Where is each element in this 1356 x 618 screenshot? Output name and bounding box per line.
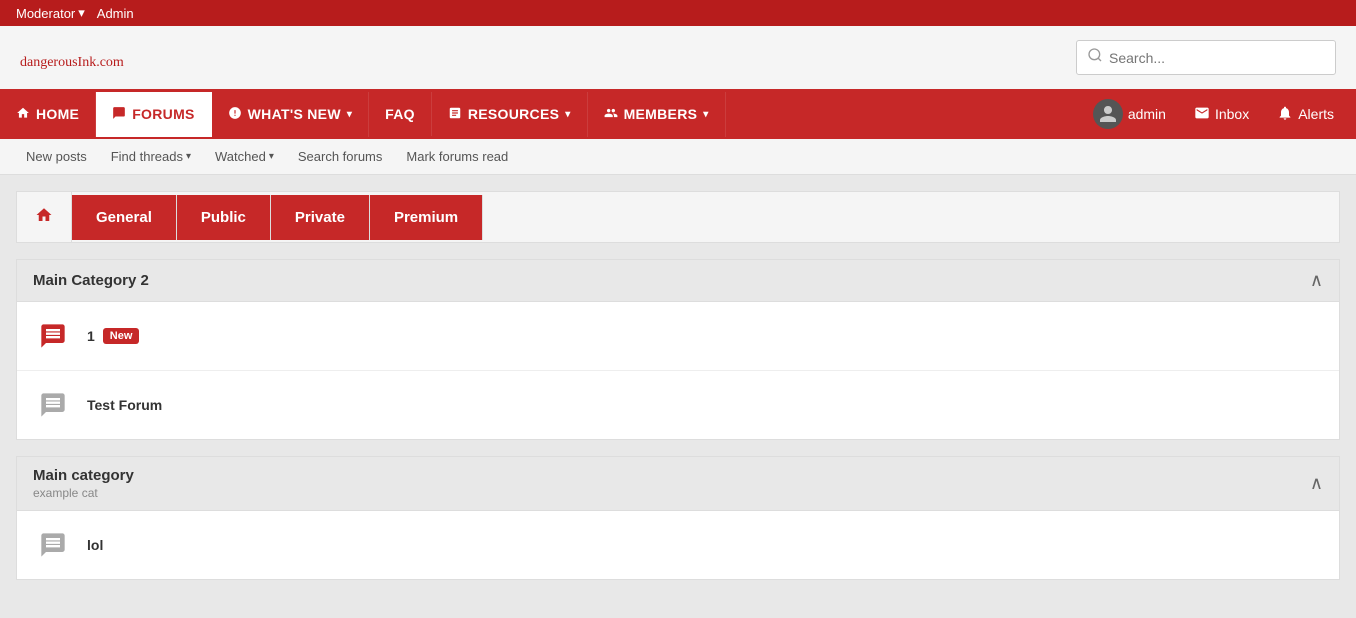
nav-item-forums[interactable]: FORUMS — [96, 92, 211, 137]
forum-title-1: 1 New — [87, 328, 139, 344]
nav-resources-label: RESOURCES — [468, 106, 559, 122]
content-area: General Public Private Premium Main Cate… — [0, 175, 1356, 612]
nav-home-label: HOME — [36, 106, 79, 122]
moderator-label: Moderator — [16, 6, 75, 21]
faq-label: FAQ — [385, 106, 415, 122]
avatar — [1093, 99, 1123, 129]
logo-bar: dangerousInk.com — [0, 26, 1356, 89]
admin-label: Admin — [97, 6, 134, 21]
main-nav-left: HOME FORUMS WHAT'S NEW ▾ FAQ RESOURCES — [0, 92, 726, 137]
logo-suffix: .com — [96, 55, 124, 70]
inbox-label: Inbox — [1215, 106, 1249, 122]
nav-item-whats-new[interactable]: WHAT'S NEW ▾ — [212, 92, 370, 137]
collapse-btn-2[interactable]: ∧ — [1310, 270, 1323, 291]
forum-icon-inactive — [33, 385, 73, 425]
moderator-link[interactable]: Moderator ▾ — [16, 5, 85, 21]
forum-title-lol: lol — [87, 537, 103, 553]
admin-link[interactable]: Admin — [97, 6, 134, 21]
forum-row-lol[interactable]: lol — [17, 511, 1339, 579]
forum-nav-icon — [112, 106, 126, 123]
forum-tab-home[interactable] — [17, 192, 72, 242]
category-header-main: Main category example cat ∧ — [17, 457, 1339, 511]
sub-nav-search-forums[interactable]: Search forums — [288, 139, 393, 174]
category-header-2: Main Category 2 ∧ — [17, 260, 1339, 302]
site-logo[interactable]: dangerousInk.com — [20, 42, 124, 74]
watched-chevron: ▾ — [269, 151, 274, 162]
whats-new-chevron: ▾ — [347, 109, 352, 120]
moderator-chevron: ▾ — [78, 5, 85, 21]
inbox-icon — [1194, 105, 1210, 124]
forum-icon-active — [33, 316, 73, 356]
category-title-main: Main category example cat — [33, 467, 134, 500]
collapse-btn-main[interactable]: ∧ — [1310, 473, 1323, 494]
search-input[interactable] — [1109, 50, 1325, 66]
search-box[interactable] — [1076, 40, 1336, 75]
new-badge: New — [103, 328, 140, 344]
resources-icon — [448, 106, 462, 123]
nav-item-home[interactable]: HOME — [0, 92, 96, 137]
whats-new-icon — [228, 106, 242, 123]
members-chevron: ▾ — [703, 109, 708, 120]
category-main-category: Main category example cat ∧ lol — [16, 456, 1340, 580]
forum-tabs: General Public Private Premium — [16, 191, 1340, 243]
alerts-label: Alerts — [1298, 106, 1334, 122]
general-tab-label: General — [96, 209, 152, 226]
admin-bar: Moderator ▾ Admin — [0, 0, 1356, 26]
alerts-link[interactable]: Alerts — [1265, 95, 1346, 134]
forum-icon-lol — [33, 525, 73, 565]
forum-tab-public[interactable]: Public — [177, 195, 271, 240]
alerts-icon — [1277, 105, 1293, 124]
test-forum-label: Test Forum — [87, 397, 162, 413]
nav-right: admin Inbox Alerts — [1081, 89, 1356, 139]
nav-item-resources[interactable]: RESOURCES ▾ — [432, 92, 588, 137]
sub-nav-mark-read[interactable]: Mark forums read — [396, 139, 518, 174]
forum-row-1[interactable]: 1 New — [17, 302, 1339, 371]
forum-row-test[interactable]: Test Forum — [17, 371, 1339, 439]
user-label: admin — [1128, 106, 1166, 122]
forum-num-1: 1 — [87, 328, 95, 344]
sub-nav: New posts Find threads ▾ Watched ▾ Searc… — [0, 139, 1356, 175]
forum-tab-premium[interactable]: Premium — [370, 195, 483, 240]
sub-nav-new-posts[interactable]: New posts — [16, 139, 97, 174]
home-icon — [16, 106, 30, 123]
category-main-category-2: Main Category 2 ∧ 1 New Test Forum — [16, 259, 1340, 440]
nav-whats-new-label: WHAT'S NEW — [248, 106, 341, 122]
sub-nav-watched[interactable]: Watched ▾ — [205, 139, 284, 174]
members-icon — [604, 106, 618, 123]
nav-item-members[interactable]: MEMBERS ▾ — [588, 92, 726, 137]
public-tab-label: Public — [201, 209, 246, 226]
sub-nav-find-threads[interactable]: Find threads ▾ — [101, 139, 201, 174]
private-tab-label: Private — [295, 209, 345, 226]
nav-forums-label: FORUMS — [132, 106, 194, 122]
search-icon — [1087, 47, 1103, 68]
forum-title-test: Test Forum — [87, 397, 162, 413]
inbox-link[interactable]: Inbox — [1182, 95, 1261, 134]
category-title-2: Main Category 2 — [33, 272, 149, 289]
premium-tab-label: Premium — [394, 209, 458, 226]
main-nav: HOME FORUMS WHAT'S NEW ▾ FAQ RESOURCES — [0, 89, 1356, 139]
lol-label: lol — [87, 537, 103, 553]
user-avatar-link[interactable]: admin — [1081, 89, 1178, 139]
nav-members-label: MEMBERS — [624, 106, 698, 122]
home-tab-icon — [35, 211, 53, 228]
find-threads-chevron: ▾ — [186, 151, 191, 162]
forum-tab-private[interactable]: Private — [271, 195, 370, 240]
forum-tab-general[interactable]: General — [72, 195, 177, 240]
nav-item-faq[interactable]: FAQ — [369, 92, 432, 136]
resources-chevron: ▾ — [565, 109, 570, 120]
logo-main-text: dangerousInk — [20, 55, 96, 70]
